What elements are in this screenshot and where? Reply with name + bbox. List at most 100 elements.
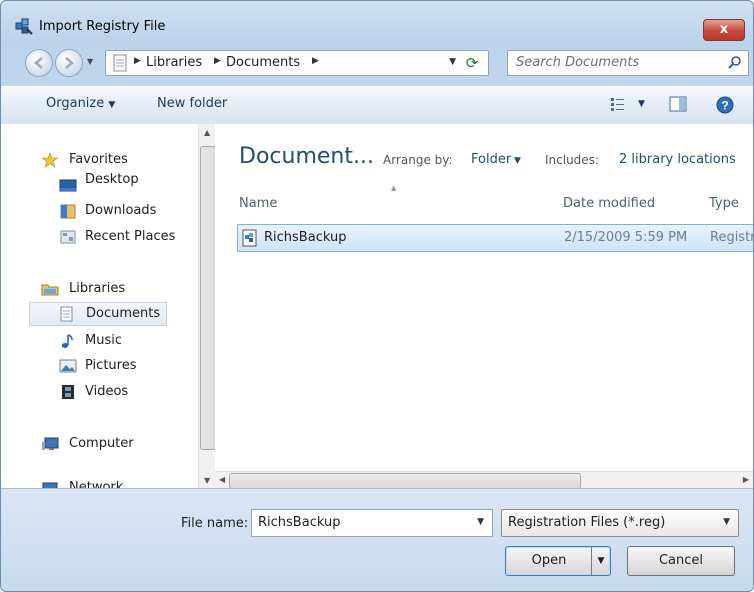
file-list-scroll-thumb[interactable] <box>229 473 581 489</box>
help-icon[interactable]: ? <box>715 95 735 115</box>
column-header-name[interactable]: Name <box>239 196 277 211</box>
breadcrumb-arrow-icon[interactable]: ▶ <box>134 56 141 66</box>
content-area: Favorites Desktop Downloads Recent Place… <box>1 124 753 489</box>
cancel-button[interactable]: Cancel <box>627 546 735 576</box>
nav-pane-scroll-thumb[interactable] <box>200 146 216 450</box>
back-button[interactable] <box>25 49 53 77</box>
search-input[interactable]: Search Documents <box>516 55 639 70</box>
preview-pane-icon[interactable] <box>668 95 688 113</box>
scroll-down-icon[interactable]: ▼ <box>204 476 210 485</box>
nav-recent-places[interactable]: Recent Places <box>1 225 191 249</box>
file-list-scrollbar[interactable]: ◀ ▶ <box>215 471 753 489</box>
arrange-by-label: Arrange by: <box>383 153 453 167</box>
file-name-label: File name: <box>181 516 249 531</box>
scroll-up-icon[interactable]: ▲ <box>204 128 210 137</box>
nav-downloads-label[interactable]: Downloads <box>85 199 156 223</box>
sort-indicator-icon: ▲ <box>391 184 397 192</box>
file-name-combobox[interactable]: RichsBackup ▼ <box>251 509 493 537</box>
network-icon <box>42 482 58 488</box>
nav-downloads[interactable]: Downloads <box>1 199 191 223</box>
pictures-icon <box>59 359 77 373</box>
column-header-type[interactable]: Type <box>709 196 739 211</box>
libraries-icon <box>41 284 59 296</box>
nav-network-label[interactable]: Network <box>69 476 123 488</box>
nav-music[interactable]: Music <box>1 329 191 353</box>
view-dropdown-icon[interactable]: ▼ <box>638 99 645 109</box>
star-icon <box>41 152 59 168</box>
svg-text:?: ? <box>721 99 728 113</box>
title-bar: Import Registry File x <box>1 1 753 43</box>
includes-label: Includes: <box>545 153 599 167</box>
nav-libraries[interactable]: Libraries <box>1 277 191 301</box>
nav-libraries-label[interactable]: Libraries <box>69 277 125 301</box>
back-arrow-icon <box>34 57 43 69</box>
open-button[interactable]: Open ▼ <box>505 546 611 576</box>
nav-pictures-label[interactable]: Pictures <box>85 354 136 378</box>
registry-file-icon <box>242 229 257 247</box>
nav-documents[interactable]: Documents <box>29 302 167 326</box>
nav-desktop-label[interactable]: Desktop <box>85 168 139 192</box>
navigation-pane: Favorites Desktop Downloads Recent Place… <box>1 124 198 488</box>
includes-locations-link[interactable]: 2 library locations <box>619 152 736 167</box>
chevron-down-icon: ▼ <box>511 156 521 166</box>
music-note-icon <box>61 334 73 348</box>
recent-locations-dropdown-icon[interactable]: ▼ <box>87 57 93 66</box>
library-title: Document... <box>239 144 374 169</box>
search-box[interactable]: Search Documents <box>507 50 749 76</box>
chevron-down-icon: ▼ <box>108 100 116 110</box>
dialog-footer: File name: RichsBackup ▼ Registration Fi… <box>1 488 753 591</box>
nav-computer[interactable]: Computer <box>1 432 191 456</box>
file-type-filter-value[interactable]: Registration Files (*.reg) <box>508 515 665 530</box>
file-row[interactable]: RichsBackup 2/15/2009 5:59 PM Registrati… <box>237 224 753 252</box>
window-title: Import Registry File <box>39 19 166 34</box>
nav-computer-label[interactable]: Computer <box>69 432 134 456</box>
open-button-label[interactable]: Open <box>506 547 592 575</box>
forward-button[interactable] <box>55 49 83 77</box>
file-name[interactable]: RichsBackup <box>264 230 346 245</box>
nav-videos[interactable]: Videos <box>1 380 191 404</box>
arrange-by-dropdown[interactable]: Folder ▼ <box>471 152 521 167</box>
file-type: Registration Entries <box>710 230 753 245</box>
nav-pane-scrollbar[interactable]: ▲ ▼ <box>198 124 216 488</box>
file-type-filter-select[interactable]: Registration Files (*.reg) ▼ <box>501 509 739 537</box>
search-icon[interactable] <box>728 55 742 69</box>
file-name-input[interactable]: RichsBackup <box>258 515 340 530</box>
breadcrumb-arrow-icon[interactable]: ▶ <box>214 56 221 66</box>
documents-icon <box>60 306 73 322</box>
nav-documents-label[interactable]: Documents <box>86 303 160 325</box>
nav-videos-label[interactable]: Videos <box>85 380 128 404</box>
scroll-right-icon[interactable]: ▶ <box>743 475 749 484</box>
address-bar[interactable]: ▶ Libraries ▶ Documents ▶ ▼ ⟳ <box>105 50 489 76</box>
file-name-dropdown-icon[interactable]: ▼ <box>477 517 484 527</box>
film-strip-icon <box>62 385 74 399</box>
arrange-by-value[interactable]: Folder <box>471 152 511 167</box>
registry-editor-icon <box>15 18 33 35</box>
nav-recent-places-label[interactable]: Recent Places <box>85 225 175 249</box>
file-type-dropdown-icon[interactable]: ▼ <box>723 517 730 527</box>
close-button[interactable]: x <box>703 19 745 41</box>
navigation-bar: ▼ ▶ Libraries ▶ Documents ▶ ▼ ⟳ Search D… <box>1 47 753 79</box>
nav-desktop[interactable]: Desktop <box>1 172 191 198</box>
address-dropdown-icon[interactable]: ▼ <box>449 57 456 67</box>
command-toolbar: Organize ▼ New folder ▼ ? <box>1 85 753 125</box>
file-date-modified: 2/15/2009 5:59 PM <box>564 230 688 245</box>
computer-icon <box>42 437 59 450</box>
refresh-icon[interactable]: ⟳ <box>462 53 482 73</box>
organize-label[interactable]: Organize <box>46 96 104 111</box>
desktop-icon <box>59 179 77 192</box>
nav-pictures[interactable]: Pictures <box>1 354 191 378</box>
forward-arrow-icon <box>65 57 74 69</box>
new-folder-button[interactable]: New folder <box>157 96 227 111</box>
view-options-icon[interactable] <box>610 95 630 113</box>
nav-music-label[interactable]: Music <box>85 329 122 353</box>
scroll-left-icon[interactable]: ◀ <box>219 475 225 484</box>
import-registry-dialog: Import Registry File x ▼ ▶ Libraries ▶ D… <box>0 0 754 592</box>
recent-places-icon <box>60 230 76 244</box>
column-header-date-modified[interactable]: Date modified <box>563 196 655 211</box>
breadcrumb-documents[interactable]: Documents <box>226 55 300 70</box>
organize-button[interactable]: Organize ▼ <box>46 96 115 111</box>
breadcrumb-arrow-icon[interactable]: ▶ <box>312 56 319 66</box>
nav-network[interactable]: Network <box>1 476 191 488</box>
open-options-dropdown-icon[interactable]: ▼ <box>591 547 610 575</box>
breadcrumb-libraries[interactable]: Libraries <box>146 55 202 70</box>
